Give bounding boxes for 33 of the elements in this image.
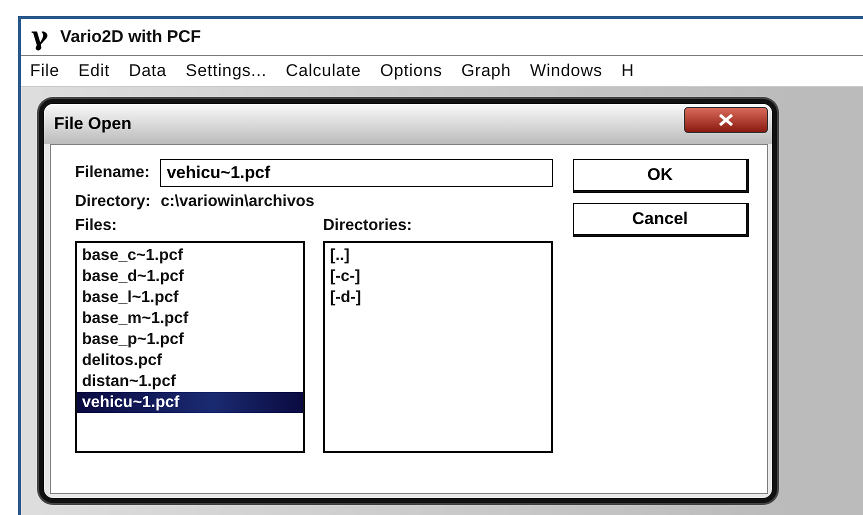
list-item[interactable]: distan~1.pcf bbox=[77, 371, 303, 392]
window-title: Vario2D with PCF bbox=[60, 27, 201, 47]
menu-item[interactable]: Settings... bbox=[176, 61, 277, 81]
menu-item[interactable]: File bbox=[21, 61, 70, 81]
list-item[interactable]: base_c~1.pcf bbox=[77, 245, 303, 266]
list-item[interactable]: base_p~1.pcf bbox=[77, 329, 303, 350]
directory-label: Directory: bbox=[75, 193, 151, 211]
filename-field[interactable]: vehicu~1.pcf bbox=[160, 159, 553, 187]
menu-item[interactable]: Data bbox=[120, 61, 177, 81]
close-button[interactable] bbox=[684, 107, 768, 133]
ok-button[interactable]: OK bbox=[573, 159, 749, 193]
dialog-title: File Open bbox=[54, 114, 132, 134]
list-item[interactable]: base_l~1.pcf bbox=[77, 287, 303, 308]
close-icon bbox=[718, 114, 734, 126]
menu-item[interactable]: Options bbox=[371, 61, 452, 81]
list-item[interactable]: base_m~1.pcf bbox=[77, 308, 303, 329]
menu-item[interactable]: Edit bbox=[69, 61, 120, 81]
list-item[interactable]: [..] bbox=[325, 245, 551, 266]
filename-label: Filename: bbox=[75, 164, 150, 182]
list-item[interactable]: [-c-] bbox=[325, 266, 551, 287]
files-label: Files: bbox=[75, 217, 118, 235]
cancel-button[interactable]: Cancel bbox=[573, 203, 749, 237]
menu-item[interactable]: Windows bbox=[520, 61, 612, 81]
directories-label: Directories: bbox=[323, 217, 413, 235]
app-icon: γ bbox=[31, 24, 48, 50]
list-item[interactable]: delitos.pcf bbox=[77, 350, 303, 371]
menu-item[interactable]: H bbox=[612, 61, 644, 81]
list-item[interactable]: vehicu~1.pcf bbox=[77, 392, 303, 413]
menu-item[interactable]: Graph bbox=[452, 61, 521, 81]
list-item[interactable]: base_d~1.pcf bbox=[77, 266, 303, 287]
menu-item[interactable]: Calculate bbox=[276, 61, 372, 81]
list-item[interactable]: [-d-] bbox=[325, 287, 551, 308]
directory-path: c:\variowin\archivos bbox=[160, 193, 314, 211]
